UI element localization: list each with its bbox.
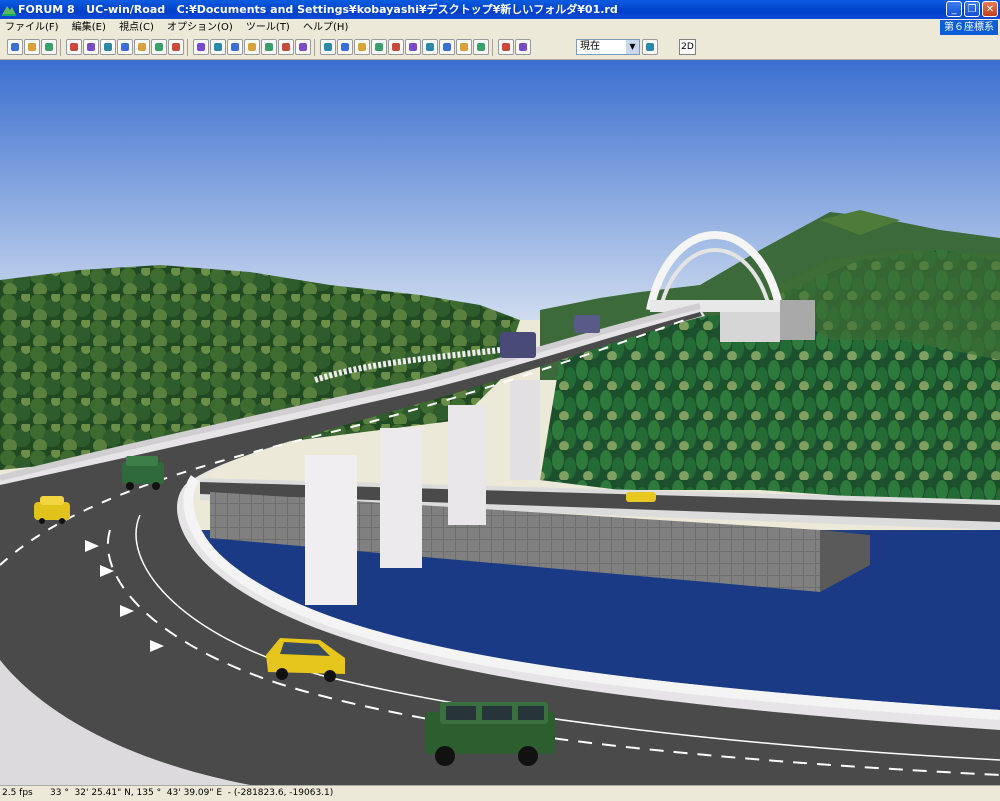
person-icon-glyph — [426, 43, 434, 51]
rotate-icon[interactable] — [261, 39, 277, 55]
anchor-icon-glyph — [341, 43, 349, 51]
plant-icon-glyph — [282, 43, 290, 51]
drive-icon[interactable] — [405, 39, 421, 55]
weather-icon[interactable] — [498, 39, 514, 55]
intersection-icon-glyph — [104, 43, 112, 51]
minimize-button[interactable]: _ — [946, 1, 962, 17]
person-icon[interactable] — [422, 39, 438, 55]
toolbar: 現在 ▼ 2D — [0, 36, 1000, 60]
model-icon[interactable] — [168, 39, 184, 55]
menu-tools[interactable]: ツール(T) — [241, 19, 295, 36]
fly-icon-glyph — [477, 43, 485, 51]
scenario-icon[interactable] — [642, 39, 658, 55]
coordinate-system-label[interactable]: 第６座標系 — [940, 20, 998, 35]
anchor-icon[interactable] — [337, 39, 353, 55]
pedestrian-icon[interactable] — [117, 39, 133, 55]
plant-icon[interactable] — [278, 39, 294, 55]
time-select[interactable]: 現在 ▼ — [576, 39, 640, 55]
menu-options[interactable]: オプション(O) — [162, 19, 238, 36]
toolbar-separator — [314, 39, 315, 56]
new-file-icon-glyph — [11, 43, 19, 51]
intersection-icon[interactable] — [100, 39, 116, 55]
move-icon[interactable] — [354, 39, 370, 55]
texture-icon[interactable] — [227, 39, 243, 55]
app-icon — [2, 6, 16, 16]
pedestrian-icon-glyph — [121, 43, 129, 51]
cross-section-icon-glyph — [87, 43, 95, 51]
fps-readout: 2.5 fps — [2, 788, 33, 798]
sign-icon[interactable] — [193, 39, 209, 55]
target-icon[interactable] — [320, 39, 336, 55]
move-icon-glyph — [358, 43, 366, 51]
target-icon-glyph — [324, 43, 332, 51]
3d-viewport[interactable] — [0, 60, 1000, 785]
fly-icon[interactable] — [473, 39, 489, 55]
window-title: FORUM 8 UC-win/Road C:¥Documents and Set… — [18, 3, 618, 16]
car-icon[interactable] — [244, 39, 260, 55]
rotate-icon-glyph — [265, 43, 273, 51]
vehicle-icon-glyph — [460, 43, 468, 51]
menu-file[interactable]: ファイル(F) — [0, 19, 64, 36]
menu-help[interactable]: ヘルプ(H) — [298, 19, 353, 36]
flag-icon[interactable] — [295, 39, 311, 55]
chevron-down-icon: ▼ — [626, 40, 639, 54]
save-icon[interactable] — [41, 39, 57, 55]
time-select-value: 現在 — [580, 41, 600, 52]
scene-render — [0, 60, 1000, 785]
vehicle-icon[interactable] — [456, 39, 472, 55]
open-folder-icon-glyph — [28, 43, 36, 51]
walk-icon[interactable] — [134, 39, 150, 55]
traffic-light-icon-glyph — [519, 43, 527, 51]
tree-icon-glyph — [155, 43, 163, 51]
toolbar-separator — [187, 39, 188, 56]
edit-road-icon[interactable] — [66, 39, 82, 55]
model-icon-glyph — [172, 43, 180, 51]
restore-button[interactable]: ❐ — [964, 1, 980, 17]
edit-road-icon-glyph — [70, 43, 78, 51]
plane-icon[interactable] — [371, 39, 387, 55]
refresh-icon[interactable] — [388, 39, 404, 55]
plane-icon-glyph — [375, 43, 383, 51]
car-yellow-3 — [626, 492, 656, 502]
refresh-icon-glyph — [392, 43, 400, 51]
drive-icon-glyph — [409, 43, 417, 51]
weather-icon-glyph — [502, 43, 510, 51]
car-icon-glyph — [248, 43, 256, 51]
walk-icon-glyph — [138, 43, 146, 51]
2d-button[interactable]: 2D — [679, 39, 696, 55]
texture-icon-glyph — [231, 43, 239, 51]
save-icon-glyph — [45, 43, 53, 51]
menu-edit[interactable]: 編集(E) — [67, 19, 111, 36]
tree-icon[interactable] — [151, 39, 167, 55]
close-button[interactable]: ✕ — [982, 1, 998, 17]
terrain-icon[interactable] — [210, 39, 226, 55]
pause-icon-glyph — [443, 43, 451, 51]
toolbar-separator — [492, 39, 493, 56]
cross-section-icon[interactable] — [83, 39, 99, 55]
toolbar-separator — [60, 39, 61, 56]
flag-icon-glyph — [299, 43, 307, 51]
sign-icon-glyph — [197, 43, 205, 51]
menu-bar: ファイル(F) 編集(E) 視点(C) オプション(O) ツール(T) ヘルプ(… — [0, 19, 1000, 36]
scenario-icon-glyph — [646, 43, 654, 51]
title-bar: FORUM 8 UC-win/Road C:¥Documents and Set… — [0, 0, 1000, 19]
menu-view[interactable]: 視点(C) — [114, 19, 159, 36]
coordinate-readout: 33 ° 32' 25.41" N, 135 ° 43' 39.09" E - … — [50, 788, 334, 798]
terrain-icon-glyph — [214, 43, 222, 51]
pause-icon[interactable] — [439, 39, 455, 55]
traffic-light-icon[interactable] — [515, 39, 531, 55]
new-file-icon[interactable] — [7, 39, 23, 55]
status-bar: 2.5 fps 33 ° 32' 25.41" N, 135 ° 43' 39.… — [0, 785, 1000, 801]
open-folder-icon[interactable] — [24, 39, 40, 55]
